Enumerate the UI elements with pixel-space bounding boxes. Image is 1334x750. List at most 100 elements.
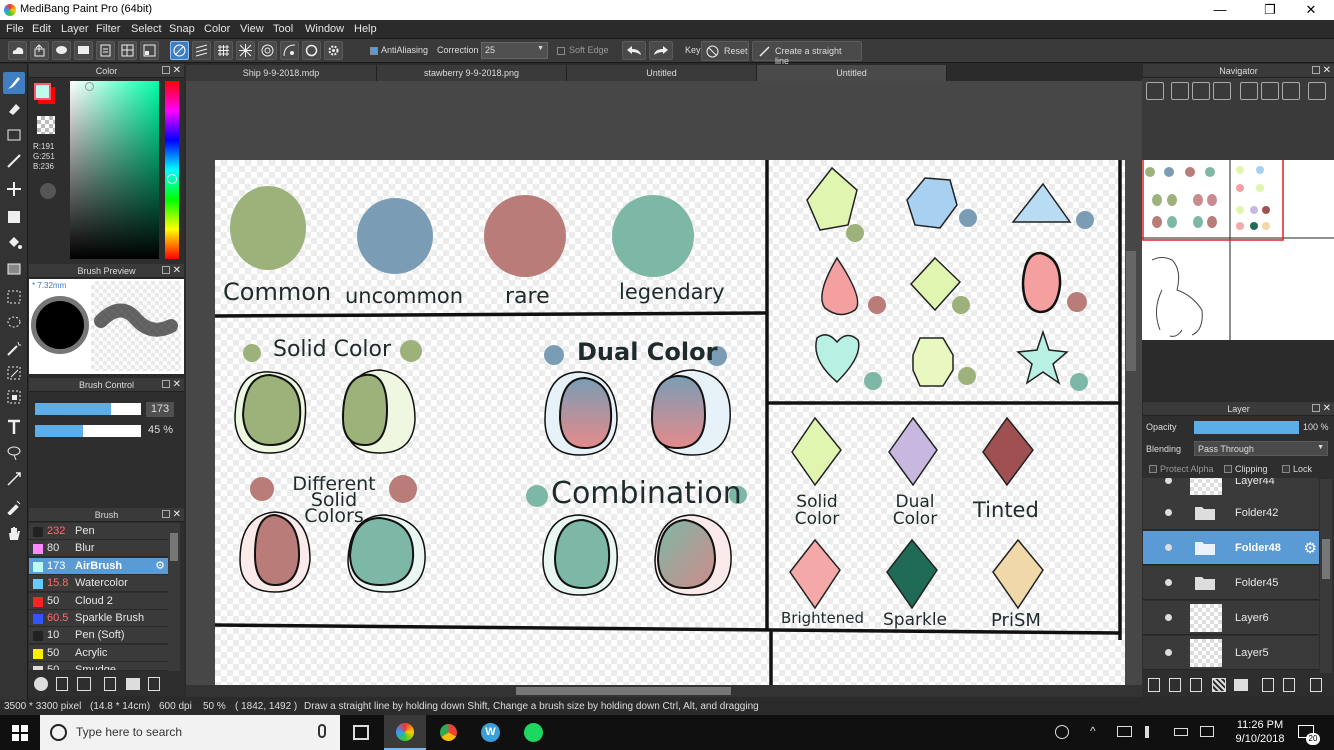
layer-row[interactable]: Layer6	[1143, 601, 1319, 635]
menu-edit[interactable]: Edit	[32, 23, 51, 35]
brush-item[interactable]: 80 Blur	[29, 540, 168, 558]
menu-filter[interactable]: Filter	[96, 23, 120, 35]
undo-icon[interactable]	[622, 41, 646, 60]
menu-view[interactable]: View	[240, 23, 264, 35]
comment-icon[interactable]	[74, 41, 93, 60]
rectangle-tool-icon[interactable]	[3, 124, 25, 146]
taskbar-search[interactable]: Type here to search	[40, 715, 340, 750]
brush-item[interactable]: 10 Pen (Soft)	[29, 627, 168, 645]
close-panel-icon[interactable]: ✕	[173, 64, 181, 78]
add-brush-icon[interactable]	[34, 677, 48, 691]
close-panel-icon[interactable]: ✕	[173, 264, 181, 278]
layer-row[interactable]: Layer44	[1143, 478, 1319, 498]
people-icon[interactable]	[1055, 725, 1069, 739]
protect-alpha-checkbox[interactable]	[1149, 465, 1157, 473]
parallel-snap-icon[interactable]	[192, 41, 211, 60]
spotify-icon[interactable]	[524, 723, 543, 742]
layer-settings-gear-icon[interactable]: ⚙	[1304, 539, 1317, 557]
close-panel-icon[interactable]: ✕	[1323, 402, 1331, 416]
focus-line-snap-icon[interactable]	[236, 41, 255, 60]
brush-item[interactable]: 173 AirBrush ⚙	[29, 557, 168, 575]
volume-icon[interactable]	[1145, 726, 1157, 738]
chrome-icon[interactable]	[439, 723, 458, 742]
line-tool-icon[interactable]	[3, 150, 25, 172]
brush-item[interactable]: 60.5 Sparkle Brush	[29, 610, 168, 627]
bucket-tool-icon[interactable]	[3, 232, 25, 254]
brush-item[interactable]: 50 Cloud 2	[29, 592, 168, 610]
keyboard-icon[interactable]	[1200, 726, 1214, 737]
correction-dropdown[interactable]: 25 ▼	[481, 42, 548, 59]
select-eraser-tool-icon[interactable]	[3, 386, 25, 408]
delete-layer-icon[interactable]	[1310, 678, 1322, 692]
clock[interactable]: 11:26 PM 9/10/2018	[1230, 718, 1290, 746]
frame-divide-tool-icon[interactable]	[3, 468, 25, 490]
eraser-tool-icon[interactable]	[3, 98, 25, 120]
magic-wand-tool-icon[interactable]	[3, 338, 25, 360]
navigator-thumbnail[interactable]	[1142, 148, 1334, 340]
reset-rotation-icon[interactable]	[1261, 82, 1279, 100]
speech-bubble-icon[interactable]	[52, 41, 71, 60]
gradient-tool-icon[interactable]	[3, 258, 25, 280]
brush-opacity-slider[interactable]	[35, 425, 141, 437]
rotate-left-icon[interactable]	[1240, 82, 1258, 100]
menu-select[interactable]: Select	[131, 23, 162, 35]
new-color-layer-icon[interactable]	[1169, 678, 1181, 692]
hand-tool-icon[interactable]	[3, 522, 25, 544]
create-straight-line-button[interactable]: Create a straight line	[752, 41, 862, 66]
zoom-in-step-icon[interactable]	[1171, 82, 1189, 100]
undock-icon[interactable]	[162, 66, 170, 74]
palette-icon[interactable]	[40, 183, 56, 199]
microphone-icon[interactable]	[318, 724, 326, 738]
brush-size-value[interactable]: 173	[146, 402, 174, 417]
rotate-right-icon[interactable]	[1282, 82, 1300, 100]
canvas-vertical-scrollbar[interactable]	[1126, 251, 1136, 371]
brush-item[interactable]: 232 Pen	[29, 523, 168, 540]
taskbar-medibang[interactable]	[384, 715, 426, 750]
snap-off-icon[interactable]	[170, 41, 189, 60]
new-halftone-layer-icon[interactable]	[1190, 678, 1202, 692]
brush-item[interactable]: 50 Acrylic	[29, 644, 168, 662]
layer-row[interactable]: Folder42	[1143, 496, 1319, 530]
minimize-button[interactable]: —	[1197, 0, 1243, 20]
select-pen-tool-icon[interactable]	[3, 362, 25, 384]
show-hidden-icons-icon[interactable]: ^	[1090, 724, 1096, 738]
merge-down-icon[interactable]	[1283, 678, 1295, 692]
canvas-horizontal-scrollbar[interactable]	[186, 685, 1142, 697]
undock-icon[interactable]	[1312, 404, 1320, 412]
tab-untitled-2[interactable]: Untitled	[757, 65, 947, 81]
menu-file[interactable]: File	[6, 23, 24, 35]
brush-settings-icon[interactable]	[104, 677, 116, 691]
concentric-snap-icon[interactable]	[258, 41, 277, 60]
fill-rect-tool-icon[interactable]	[3, 206, 25, 228]
text-tool-icon[interactable]	[3, 416, 25, 438]
visibility-eye-icon[interactable]	[1165, 579, 1172, 586]
layer-opacity-slider[interactable]	[1194, 421, 1299, 434]
task-view-icon[interactable]	[353, 725, 369, 740]
menu-help[interactable]: Help	[354, 23, 377, 35]
antialiasing-checkbox[interactable]	[370, 47, 378, 55]
close-panel-icon[interactable]: ✕	[1323, 64, 1331, 78]
close-panel-icon[interactable]: ✕	[173, 378, 181, 392]
zoom-in-icon[interactable]	[1146, 82, 1164, 100]
reset-button[interactable]: Reset	[701, 41, 749, 61]
grid-page-icon[interactable]	[118, 41, 137, 60]
gear-icon[interactable]: ⚙	[155, 559, 165, 572]
export-icon[interactable]	[30, 41, 49, 60]
cloud-icon[interactable]	[8, 41, 27, 60]
layer-row[interactable]: Layer5	[1143, 636, 1319, 670]
undock-icon[interactable]	[1312, 66, 1320, 74]
undock-icon[interactable]	[162, 510, 170, 518]
brush-item[interactable]: 15.8 Watercolor	[29, 575, 168, 593]
hue-slider-thumb[interactable]	[167, 174, 177, 184]
tab-ship[interactable]: Ship 9-9-2018.mdp	[186, 65, 377, 81]
close-panel-icon[interactable]: ✕	[173, 508, 181, 522]
menu-window[interactable]: Window	[305, 23, 344, 35]
layer-row[interactable]: Folder45	[1143, 566, 1319, 600]
primary-color-swatch[interactable]	[34, 83, 51, 100]
lock-checkbox[interactable]	[1282, 465, 1290, 473]
clipping-checkbox[interactable]	[1224, 465, 1232, 473]
redo-icon[interactable]	[649, 41, 673, 60]
circle-snap-icon[interactable]	[302, 41, 321, 60]
select-tool-icon[interactable]	[3, 286, 25, 308]
brush-list-scrollbar[interactable]	[168, 523, 180, 671]
